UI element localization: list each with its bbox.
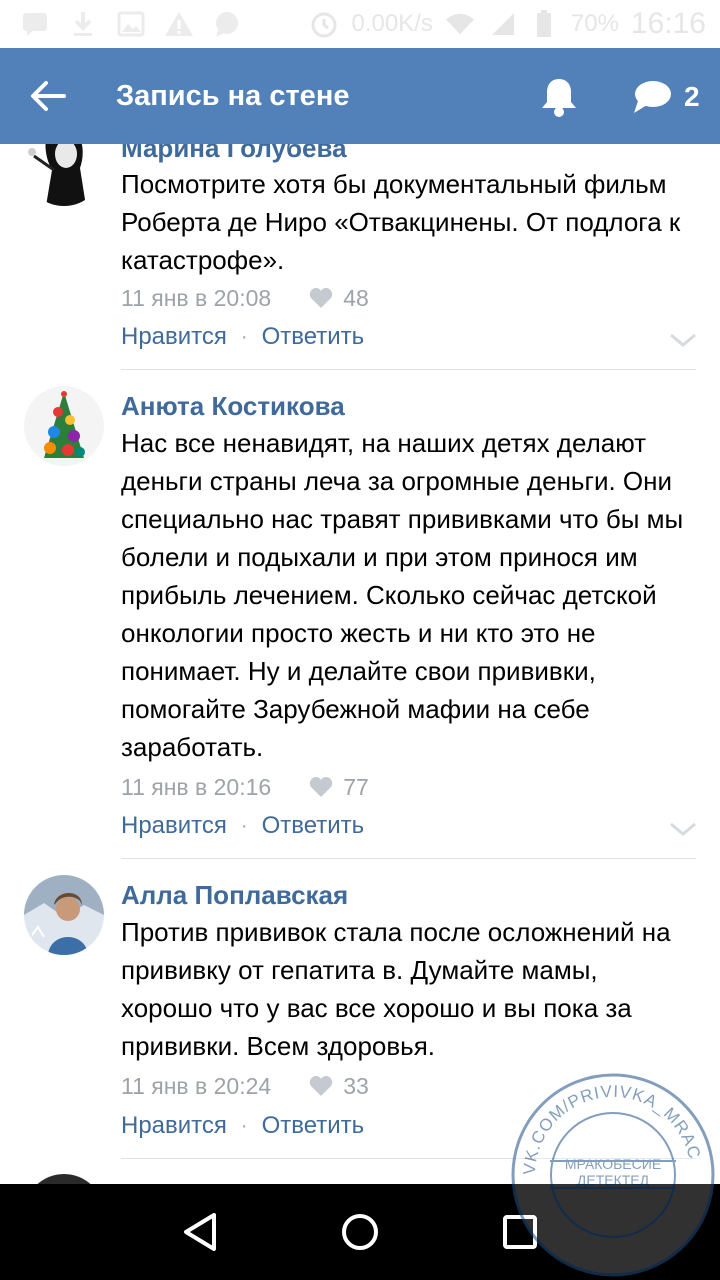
watermark-stamp: VK.COM/PRIVIVKA_MRAC МРАКОБЕСИЕ ДЕТЕКТЕД: [510, 1072, 716, 1278]
heart-icon: [310, 288, 333, 308]
status-system-area: 0.00K/s 70% 16:16: [309, 6, 706, 42]
battery-icon: [529, 9, 559, 39]
chat-icon: [212, 9, 242, 39]
warning-icon: [164, 9, 194, 39]
notifications-button[interactable]: [536, 74, 582, 120]
reply-button[interactable]: Ответить: [262, 812, 365, 840]
arrow-left-icon: [31, 81, 66, 111]
app-header: Запись на стене 2: [0, 48, 720, 144]
comment-author[interactable]: Анюта Костикова: [121, 390, 345, 422]
comment-author[interactable]: Марина Голубева: [121, 144, 347, 164]
comment-time: 11 янв в 20:16: [121, 773, 272, 800]
heart-icon: [310, 777, 333, 797]
reply-button[interactable]: Ответить: [262, 323, 365, 351]
nav-home-button[interactable]: [336, 1208, 384, 1256]
image-icon: [116, 9, 146, 39]
alarm-icon: [309, 9, 339, 39]
clock: 16:16: [630, 7, 706, 40]
heart-icon: [310, 1076, 333, 1096]
back-button[interactable]: [24, 72, 72, 120]
signal-icon: [487, 9, 517, 39]
comment-item: Анюта Костикова Нас все ненавидят, на на…: [0, 370, 720, 859]
svg-text:МРАКОБЕСИЕ: МРАКОБЕСИЕ: [565, 1156, 661, 1172]
comments-count: 2: [684, 81, 700, 112]
comment-text: Нас все ненавидят, на наших детях делают…: [121, 428, 684, 762]
triangle-back-icon: [184, 1213, 216, 1251]
likes-count: 33: [343, 1072, 369, 1099]
likes-count: 48: [343, 284, 369, 311]
status-notification-icons: [20, 8, 242, 40]
separator-dot: ·: [240, 814, 248, 837]
avatar[interactable]: [24, 1174, 104, 1184]
nav-back-button[interactable]: [176, 1208, 224, 1256]
comment-time: 11 янв в 20:24: [121, 1072, 272, 1099]
comment-actions: Нравится · Ответить: [121, 810, 364, 842]
page-title: Запись на стене: [116, 80, 350, 112]
comments-feed[interactable]: Марина Голубева Посмотрите хотя бы докум…: [0, 144, 720, 1184]
wifi-icon: [445, 9, 475, 39]
like-button[interactable]: Нравится: [121, 323, 227, 351]
comment-meta: 11 янв в 20:16 77: [121, 772, 369, 802]
like-button[interactable]: Нравится: [121, 1112, 227, 1140]
chevron-down-icon[interactable]: [668, 819, 698, 839]
comment-meta: 11 янв в 20:08 48: [121, 283, 369, 313]
separator-dot: ·: [240, 1114, 248, 1137]
avatar[interactable]: [24, 386, 104, 466]
comment-actions: Нравится · Ответить: [121, 1110, 364, 1142]
likes-count: 77: [343, 773, 369, 800]
net-speed: 0.00K/s: [351, 10, 433, 37]
avatar[interactable]: [24, 144, 104, 206]
comment-item: Марина Голубева Посмотрите хотя бы докум…: [0, 144, 720, 370]
likes-counter: 33: [309, 1073, 369, 1100]
like-button[interactable]: Нравится: [121, 812, 227, 840]
comment-text: Против прививок стала после осложнений н…: [121, 917, 671, 1061]
comment-author[interactable]: Алла Поплавская: [121, 879, 348, 911]
reply-button[interactable]: Ответить: [262, 1112, 365, 1140]
likes-counter: 48: [309, 285, 369, 312]
chevron-down-icon[interactable]: [668, 330, 698, 350]
battery-percent: 70%: [570, 10, 619, 37]
comment-actions: Нравится · Ответить: [121, 321, 364, 353]
avatar[interactable]: [24, 875, 104, 955]
bell-icon: [542, 79, 576, 117]
comment-meta: 11 янв в 20:24 33: [121, 1071, 369, 1101]
likes-counter: 77: [309, 774, 369, 801]
separator-dot: ·: [240, 325, 248, 348]
comment-text: Посмотрите хотя бы документальный фильм …: [121, 169, 681, 275]
message-icon: [20, 9, 50, 39]
status-bar: 0.00K/s 70% 16:16: [0, 0, 720, 48]
comments-button[interactable]: 2: [632, 74, 700, 120]
circle-home-icon: [342, 1214, 378, 1250]
speech-bubble-icon: [634, 81, 671, 113]
download-icon: [68, 9, 98, 39]
comment-time: 11 янв в 20:08: [121, 284, 272, 311]
svg-text:ДЕТЕКТЕД: ДЕТЕКТЕД: [577, 1172, 650, 1188]
